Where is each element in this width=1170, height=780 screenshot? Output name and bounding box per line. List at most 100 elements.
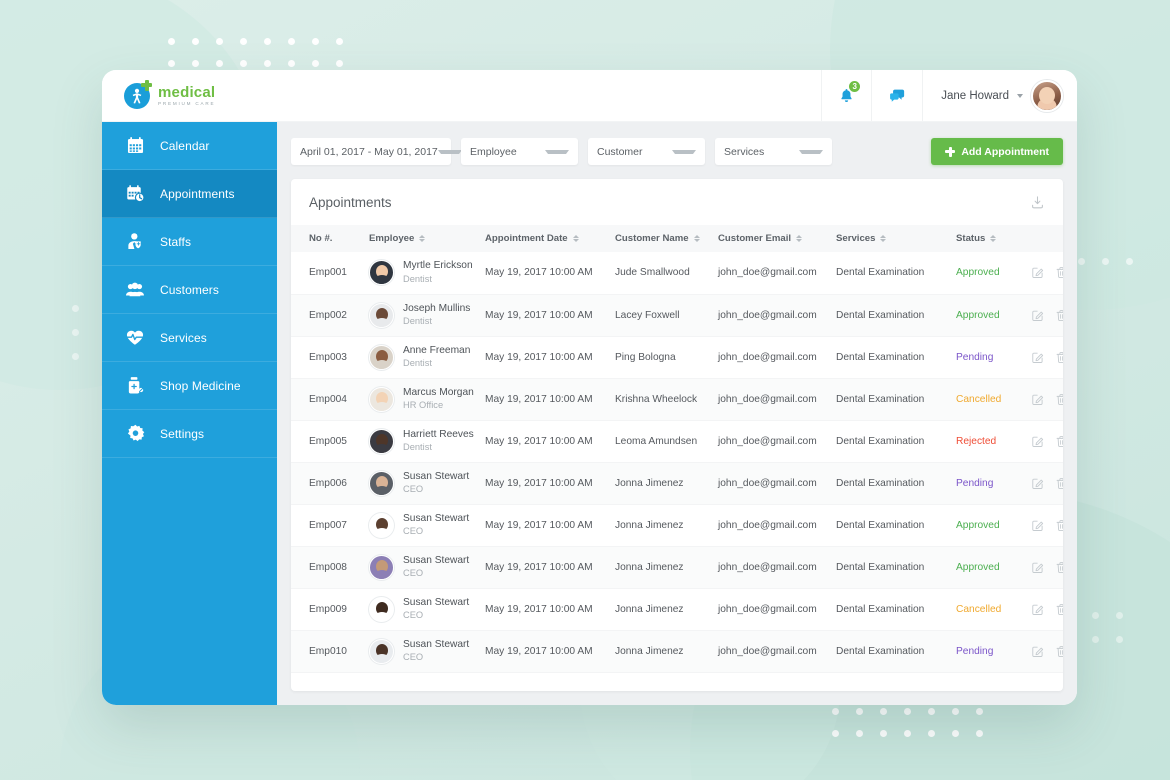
edit-button[interactable]	[1031, 561, 1044, 574]
table-row[interactable]: Emp003 Anne Freeman Dentist May 19, 2017…	[291, 336, 1063, 379]
brand-title: medical	[158, 83, 216, 101]
table-row[interactable]: Emp008 Susan Stewart CEO May 19, 2017 10…	[291, 546, 1063, 589]
column-header-no[interactable]: No #.	[291, 225, 369, 252]
column-header-appointment-date[interactable]: Appointment Date	[485, 225, 615, 252]
sidebar-item-label: Customers	[160, 282, 219, 297]
cell-appointment-date: May 19, 2017 10:00 AM	[485, 378, 615, 421]
sort-icon	[572, 234, 579, 243]
cell-status: Pending	[956, 336, 1031, 379]
edit-button[interactable]	[1031, 266, 1044, 279]
cell-employee: Susan Stewart CEO	[369, 504, 485, 547]
sidebar-item-label: Staffs	[160, 234, 192, 249]
table-row[interactable]: Emp002 Joseph Mullins Dentist May 19, 20…	[291, 294, 1063, 337]
decorative-dot-grid-left	[72, 305, 96, 377]
date-range-filter[interactable]: April 01, 2017 - May 01, 2017	[291, 138, 462, 165]
delete-button[interactable]	[1055, 477, 1063, 490]
column-header-customer-name[interactable]: Customer Name	[615, 225, 718, 252]
employee-filter[interactable]: Employee	[461, 138, 578, 165]
edit-button[interactable]	[1031, 603, 1044, 616]
cell-services: Dental Examination	[836, 504, 956, 547]
column-label: Status	[956, 233, 986, 244]
edit-button[interactable]	[1031, 351, 1044, 364]
cell-services: Dental Examination	[836, 252, 956, 295]
cell-employee: Myrtle Erickson Dentist	[369, 252, 485, 295]
sidebar-item-services[interactable]: Services	[102, 314, 277, 362]
delete-button[interactable]	[1055, 603, 1063, 616]
cell-no: Emp006	[291, 462, 369, 505]
cell-no: Emp004	[291, 378, 369, 421]
status-badge: Rejected	[956, 435, 997, 447]
card-header: Appointments	[291, 179, 1063, 225]
edit-button[interactable]	[1031, 477, 1044, 490]
edit-button[interactable]	[1031, 519, 1044, 532]
messages-button[interactable]	[871, 70, 922, 121]
customer-filter[interactable]: Customer	[588, 138, 705, 165]
user-menu[interactable]: Jane Howard	[922, 70, 1077, 121]
cell-customer-email: john_doe@gmail.com	[718, 252, 836, 295]
cell-services: Dental Examination	[836, 420, 956, 463]
table-row[interactable]: Emp006 Susan Stewart CEO May 19, 2017 10…	[291, 462, 1063, 505]
trash-icon	[1056, 351, 1063, 363]
edit-button[interactable]	[1031, 645, 1044, 658]
table-row[interactable]: Emp009 Susan Stewart CEO May 19, 2017 10…	[291, 588, 1063, 631]
sort-icon	[693, 234, 700, 243]
notifications-button[interactable]: 3	[821, 70, 871, 121]
column-header-employee[interactable]: Employee	[369, 225, 485, 252]
sidebar-item-calendar[interactable]: Calendar	[102, 122, 277, 170]
green-cross-icon	[141, 79, 152, 91]
status-badge: Pending	[956, 645, 994, 657]
employee-avatar	[369, 260, 394, 286]
appointments-card: Appointments No #. Employee Appointment …	[291, 179, 1063, 691]
cell-customer-email: john_doe@gmail.com	[718, 546, 836, 589]
cell-services: Dental Examination	[836, 546, 956, 589]
table-row[interactable]: Emp001 Myrtle Erickson Dentist May 19, 2…	[291, 252, 1063, 295]
delete-button[interactable]	[1055, 266, 1063, 279]
edit-pencil-icon	[1032, 604, 1044, 615]
column-header-status[interactable]: Status	[956, 225, 1031, 252]
employee-role: HR Office	[403, 400, 444, 410]
cell-employee: Susan Stewart CEO	[369, 462, 485, 505]
delete-button[interactable]	[1055, 309, 1063, 322]
cell-status: Cancelled	[956, 378, 1031, 421]
cell-no: Emp008	[291, 546, 369, 589]
table-row[interactable]: Emp005 Harriett Reeves Dentist May 19, 2…	[291, 420, 1063, 463]
delete-button[interactable]	[1055, 393, 1063, 406]
delete-button[interactable]	[1055, 561, 1063, 574]
sidebar-item-customers[interactable]: Customers	[102, 266, 277, 314]
delete-button[interactable]	[1055, 435, 1063, 448]
users-group-icon	[124, 279, 146, 301]
services-filter[interactable]: Services	[715, 138, 832, 165]
cell-status: Rejected	[956, 420, 1031, 463]
cell-actions	[1031, 630, 1063, 673]
decorative-dot-grid-right	[1078, 258, 1150, 282]
edit-button[interactable]	[1031, 435, 1044, 448]
delete-button[interactable]	[1055, 351, 1063, 364]
sidebar-item-label: Shop Medicine	[160, 378, 241, 393]
chevron-down-icon	[799, 149, 823, 154]
sidebar-item-settings[interactable]: Settings	[102, 410, 277, 458]
employee-name: Myrtle Erickson	[403, 260, 473, 272]
chat-bubble-icon	[890, 89, 905, 102]
cell-customer-name: Leoma Amundsen	[615, 420, 718, 463]
sidebar-item-shop-medicine[interactable]: Shop Medicine	[102, 362, 277, 410]
table-row[interactable]: Emp007 Susan Stewart CEO May 19, 2017 10…	[291, 504, 1063, 547]
column-header-customer-email[interactable]: Customer Email	[718, 225, 836, 252]
download-button[interactable]	[1030, 195, 1045, 210]
status-badge: Pending	[956, 477, 994, 489]
cell-customer-name: Jonna Jimenez	[615, 462, 718, 505]
delete-button[interactable]	[1055, 645, 1063, 658]
column-header-services[interactable]: Services	[836, 225, 956, 252]
table-row[interactable]: Emp004 Marcus Morgan HR Office May 19, 2…	[291, 378, 1063, 421]
delete-button[interactable]	[1055, 519, 1063, 532]
edit-button[interactable]	[1031, 393, 1044, 406]
sidebar-item-staffs[interactable]: Staffs	[102, 218, 277, 266]
brand-logo[interactable]: medical PREMIUM CARE	[102, 79, 277, 109]
add-appointment-button[interactable]: Add Appointment	[931, 138, 1063, 165]
appointments-table: No #. Employee Appointment Date Customer…	[291, 225, 1063, 673]
employee-avatar	[369, 386, 394, 412]
edit-button[interactable]	[1031, 309, 1044, 322]
filter-bar: April 01, 2017 - May 01, 2017 Employee C…	[291, 138, 1063, 165]
table-row[interactable]: Emp010 Susan Stewart CEO May 19, 2017 10…	[291, 630, 1063, 673]
sidebar-item-appointments[interactable]: Appointments	[102, 170, 277, 218]
sort-icon	[990, 234, 997, 243]
